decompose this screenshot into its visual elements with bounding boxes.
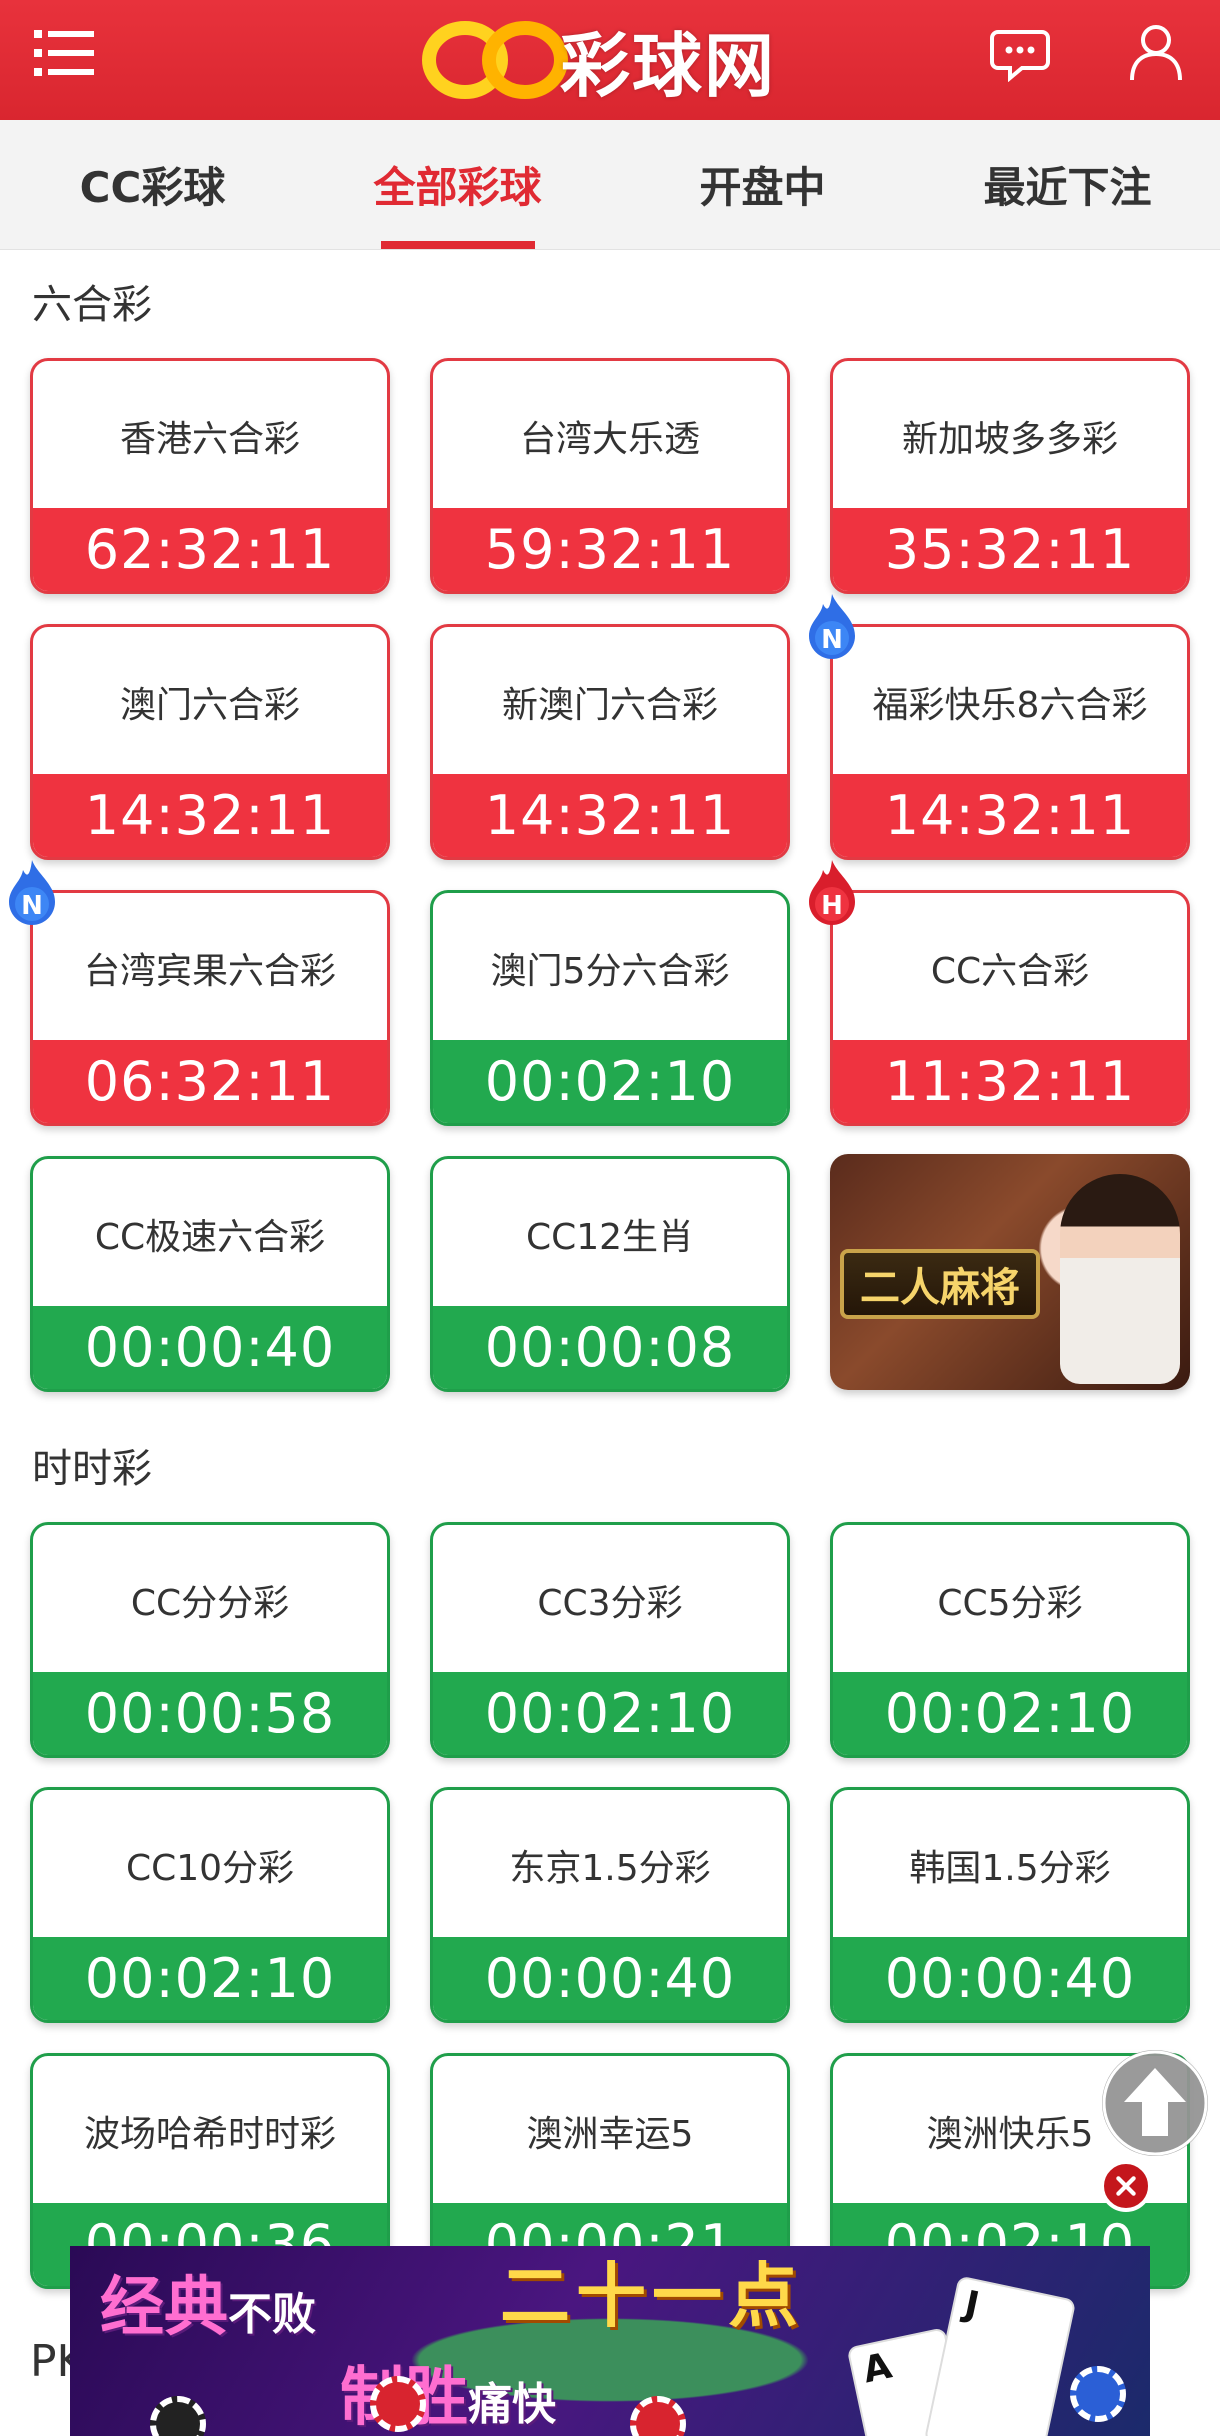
blackjack-banner-ad[interactable]: 经典不败 制胜痛快 二十一点 A J bbox=[70, 2246, 1150, 2436]
countdown-timer: 62:32:11 bbox=[33, 508, 387, 591]
tab-open[interactable]: 开盘中 bbox=[610, 120, 915, 249]
countdown-timer: 11:32:11 bbox=[833, 1040, 1187, 1123]
lottery-card[interactable]: CC10分彩 00:02:10 bbox=[30, 1787, 390, 2023]
close-icon[interactable] bbox=[1100, 2160, 1152, 2212]
lottery-card[interactable]: 澳门六合彩 14:32:11 bbox=[30, 624, 390, 860]
promo-sign: 二人麻将 bbox=[840, 1249, 1040, 1319]
lottery-card[interactable]: 澳门5分六合彩 00:02:10 bbox=[430, 890, 790, 1126]
card-rank: A bbox=[859, 2345, 896, 2392]
poker-chip-icon bbox=[370, 2376, 426, 2432]
section-title-liuhecai: 六合彩 bbox=[32, 282, 152, 328]
svg-text:N: N bbox=[821, 625, 843, 655]
page: 彩球网 CC彩球 全部彩球 开盘中 最近下注 六合彩 香港六合彩 62:32:1… bbox=[0, 0, 1220, 2436]
lottery-name: CC六合彩 bbox=[930, 951, 1090, 992]
flame-new-icon: N bbox=[9, 860, 55, 925]
lottery-card[interactable]: 东京1.5分彩 00:00:40 bbox=[430, 1787, 790, 2023]
lottery-name: 新澳门六合彩 bbox=[501, 685, 718, 726]
playing-card-jack: J bbox=[923, 2275, 1077, 2436]
poker-chip-icon bbox=[1070, 2366, 1126, 2422]
lottery-name: 韩国1.5分彩 bbox=[909, 1848, 1111, 1889]
banner-slogan-2-small: 痛快 bbox=[468, 2379, 556, 2430]
flame-hot-icon: H bbox=[809, 860, 855, 925]
countdown-timer: 00:00:08 bbox=[433, 1306, 787, 1389]
lottery-card[interactable]: CC5分彩 00:02:10 bbox=[830, 1522, 1190, 1758]
lottery-name: CC3分彩 bbox=[537, 1583, 683, 1624]
countdown-timer: 35:32:11 bbox=[833, 508, 1187, 591]
lottery-card[interactable]: CC六合彩 11:32:11 bbox=[830, 890, 1190, 1126]
lottery-card[interactable]: CC极速六合彩 00:00:40 bbox=[30, 1156, 390, 1392]
user-icon[interactable] bbox=[1128, 22, 1184, 82]
countdown-timer: 00:02:10 bbox=[433, 1672, 787, 1755]
countdown-timer: 14:32:11 bbox=[433, 774, 787, 857]
lottery-name: CC极速六合彩 bbox=[94, 1217, 326, 1258]
countdown-timer: 06:32:11 bbox=[33, 1040, 387, 1123]
countdown-timer: 14:32:11 bbox=[833, 774, 1187, 857]
card-rank: J bbox=[960, 2283, 983, 2327]
lottery-card[interactable]: 香港六合彩 62:32:11 bbox=[30, 358, 390, 594]
lottery-name: 福彩快乐8六合彩 bbox=[872, 685, 1148, 726]
logo-text: 彩球网 bbox=[560, 24, 776, 107]
countdown-timer: 00:02:10 bbox=[433, 1040, 787, 1123]
lottery-card[interactable]: 台湾大乐透 59:32:11 bbox=[430, 358, 790, 594]
lottery-name: 东京1.5分彩 bbox=[509, 1848, 711, 1889]
lottery-card[interactable]: 台湾宾果六合彩 06:32:11 bbox=[30, 890, 390, 1126]
flame-new-icon: N bbox=[809, 594, 855, 659]
lottery-name: 台湾宾果六合彩 bbox=[83, 951, 336, 992]
countdown-timer: 14:32:11 bbox=[33, 774, 387, 857]
tab-all-caiqiu[interactable]: 全部彩球 bbox=[305, 120, 610, 249]
lottery-name: 澳门5分六合彩 bbox=[490, 951, 730, 992]
lottery-name: CC5分彩 bbox=[937, 1583, 1083, 1624]
countdown-timer: 00:00:58 bbox=[33, 1672, 387, 1755]
tab-recent-bets[interactable]: 最近下注 bbox=[915, 120, 1220, 249]
lottery-name: 新加坡多多彩 bbox=[901, 419, 1118, 460]
countdown-timer: 00:00:40 bbox=[433, 1937, 787, 2020]
menu-icon[interactable] bbox=[34, 28, 96, 78]
logo[interactable]: 彩球网 bbox=[420, 10, 800, 110]
svg-text:N: N bbox=[21, 891, 43, 921]
countdown-timer: 59:32:11 bbox=[433, 508, 787, 591]
lottery-name: 波场哈希时时彩 bbox=[83, 2114, 336, 2155]
banner-title: 二十一点 bbox=[500, 2255, 804, 2337]
countdown-timer: 00:00:40 bbox=[833, 1937, 1187, 2020]
lottery-name: 香港六合彩 bbox=[119, 419, 300, 460]
lottery-card[interactable]: 新加坡多多彩 35:32:11 bbox=[830, 358, 1190, 594]
lottery-name: CC10分彩 bbox=[125, 1848, 295, 1889]
lottery-card[interactable]: CC分分彩 00:00:58 bbox=[30, 1522, 390, 1758]
lottery-name: CC12生肖 bbox=[525, 1217, 695, 1258]
lottery-card[interactable]: CC12生肖 00:00:08 bbox=[430, 1156, 790, 1392]
chat-icon[interactable] bbox=[990, 26, 1050, 82]
lottery-card[interactable]: 韩国1.5分彩 00:00:40 bbox=[830, 1787, 1190, 2023]
promo-character-image bbox=[1060, 1174, 1180, 1384]
lottery-name: CC分分彩 bbox=[130, 1583, 290, 1624]
poker-chip-icon bbox=[630, 2396, 686, 2436]
arrow-up-icon[interactable] bbox=[1102, 2050, 1208, 2156]
countdown-timer: 00:00:40 bbox=[33, 1306, 387, 1389]
svg-text:H: H bbox=[821, 891, 843, 921]
countdown-timer: 00:02:10 bbox=[833, 1672, 1187, 1755]
lottery-card[interactable]: CC3分彩 00:02:10 bbox=[430, 1522, 790, 1758]
category-tabs: CC彩球 全部彩球 开盘中 最近下注 bbox=[0, 120, 1220, 250]
lottery-name: 澳洲幸运5 bbox=[526, 2114, 694, 2155]
banner-slogan-1-big: 经典 bbox=[100, 2271, 228, 2345]
banner-slogan-1-small: 不败 bbox=[228, 2289, 316, 2340]
banner-slogan-1: 经典不败 bbox=[100, 2256, 316, 2348]
lottery-name: 台湾大乐透 bbox=[519, 419, 700, 460]
mahjong-promo-tile[interactable]: 二人麻将 bbox=[830, 1154, 1190, 1390]
countdown-timer: 00:02:10 bbox=[33, 1937, 387, 2020]
lottery-card[interactable]: 新澳门六合彩 14:32:11 bbox=[430, 624, 790, 860]
section-title-shishicai: 时时彩 bbox=[32, 1446, 152, 1492]
poker-chip-icon bbox=[150, 2396, 206, 2436]
lottery-card[interactable]: 福彩快乐8六合彩 14:32:11 bbox=[830, 624, 1190, 860]
top-app-bar: 彩球网 bbox=[0, 0, 1220, 120]
tab-cc-caiqiu[interactable]: CC彩球 bbox=[0, 120, 305, 249]
lottery-name: 澳门六合彩 bbox=[119, 685, 300, 726]
logo-mark-icon bbox=[422, 21, 568, 99]
